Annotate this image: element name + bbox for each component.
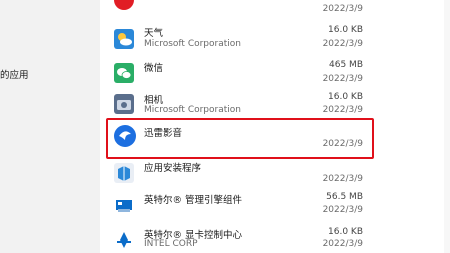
app-size: 16.0 KB [328,92,363,102]
nav-item-apps-label[interactable]: 的应用 [0,67,29,81]
intel-me-icon [114,195,134,215]
app-publisher: Microsoft Corporation [144,105,241,115]
left-nav-pane: 的应用 [0,0,100,253]
app-size: 16.0 KB [328,227,363,237]
install-date: 2022/3/9 [322,4,363,14]
app-publisher: Microsoft Corporation [144,39,241,49]
install-date: 2022/3/9 [322,39,363,49]
list-item[interactable]: 微信 465 MB 2022/3/9 [100,57,450,93]
install-date: 2022/3/9 [322,74,363,84]
intel-graphics-icon [114,230,134,250]
app-name: 天气 [144,28,164,39]
scrollbar-track[interactable] [444,0,450,253]
app-name: 相机 [144,95,164,106]
wechat-icon [114,63,134,83]
highlight-box [106,118,374,159]
install-date: 2022/3/9 [322,174,363,184]
list-item[interactable]: 天气 Microsoft Corporation 16.0 KB 2022/3/… [100,21,450,57]
camera-icon [114,94,134,114]
app-name: 应用安装程序 [144,163,202,174]
list-item[interactable]: 英特尔® 管理引擎组件 56.5 MB 2022/3/9 [100,189,450,225]
app-size: 465 MB [329,60,363,70]
app-installer-icon [114,163,134,183]
list-item[interactable]: 2022/3/9 [100,0,450,20]
weather-icon [114,29,134,49]
install-date: 2022/3/9 [322,239,363,249]
app-name: 英特尔® 管理引擎组件 [144,195,243,206]
install-date: 2022/3/9 [322,105,363,115]
list-item[interactable]: 英特尔® 显卡控制中心 INTEL CORP 16.0 KB 2022/3/9 [100,222,450,253]
install-date: 2022/3/9 [322,205,363,215]
list-item[interactable]: 应用安装程序 2022/3/9 [100,157,450,193]
app-size: 56.5 MB [326,192,363,202]
app-publisher: INTEL CORP [144,239,198,249]
app-size: 16.0 KB [328,25,363,35]
red-app-icon [114,0,134,10]
app-name: 微信 [144,63,164,74]
